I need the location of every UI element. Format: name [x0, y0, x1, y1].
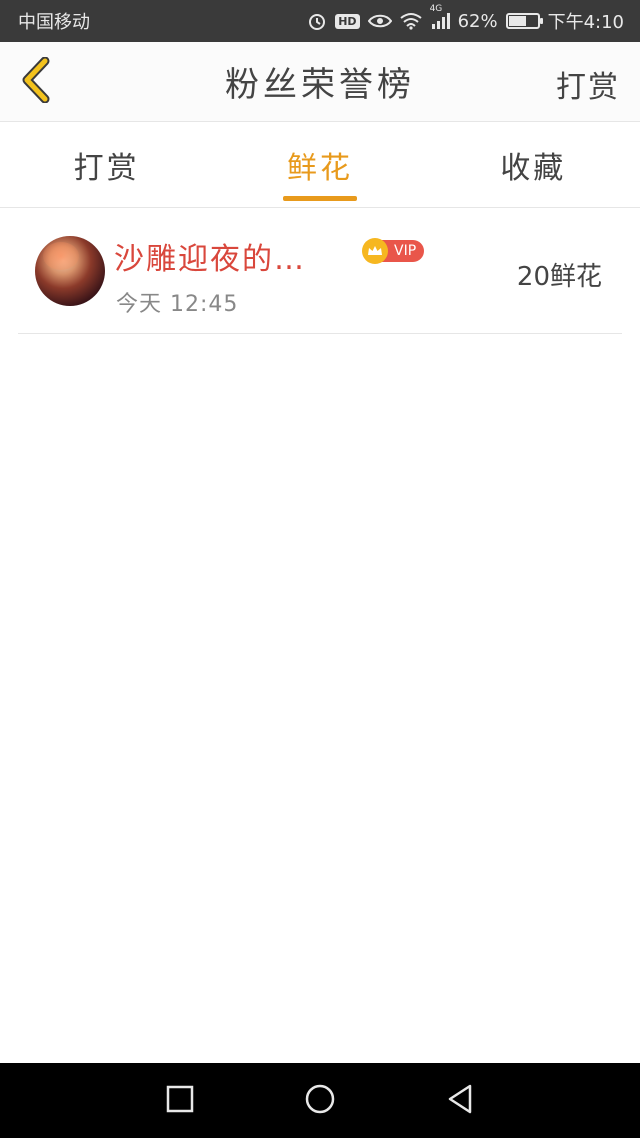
tab-favorites[interactable]: 收藏 — [427, 122, 640, 207]
circle-icon — [304, 1083, 336, 1119]
clock: 下午4:10 — [547, 12, 624, 33]
active-tab-indicator — [282, 196, 357, 201]
page-title: 粉丝荣誉榜 — [225, 65, 415, 105]
back-button[interactable] — [12, 56, 60, 108]
timestamp: 今天 12:45 — [116, 292, 239, 317]
nav-back-button[interactable] — [430, 1071, 490, 1131]
tab-bar: 打赏 鲜花 收藏 — [0, 122, 640, 208]
eye-icon — [367, 13, 392, 29]
signal-icon: 4G — [430, 4, 450, 30]
flower-count: 20鲜花 — [516, 262, 602, 292]
avatar[interactable] — [35, 236, 105, 306]
fan-list: 沙雕迎夜的… VIP 今天 12:45 20鲜花 — [0, 208, 640, 334]
reward-button[interactable]: 打赏 — [556, 62, 620, 106]
tab-label: 鲜花 — [286, 150, 353, 186]
vip-badge: VIP — [362, 238, 425, 264]
list-item[interactable]: 沙雕迎夜的… VIP 今天 12:45 20鲜花 — [18, 208, 622, 334]
alarm-icon — [307, 11, 327, 31]
system-nav-bar — [0, 1063, 640, 1138]
header: 粉丝荣誉榜 打赏 — [0, 42, 640, 122]
carrier-name: 中国移动 — [18, 12, 90, 33]
home-button[interactable] — [290, 1071, 350, 1131]
crown-icon — [362, 238, 388, 264]
triangle-back-icon — [446, 1084, 474, 1118]
battery-icon — [505, 13, 543, 29]
status-icons: HD 4G 62% 下午4:10 — [307, 4, 624, 34]
username: 沙雕迎夜的… — [114, 242, 306, 277]
wifi-icon — [399, 12, 422, 30]
status-bar: 中国移动 HD 4G 62% 下午4:10 — [0, 0, 640, 42]
tab-flowers[interactable]: 鲜花 — [213, 122, 426, 207]
battery-percent: 62% — [457, 10, 498, 32]
network-type: 4G — [429, 4, 443, 14]
tab-label: 打赏 — [73, 150, 140, 186]
tab-reward[interactable]: 打赏 — [0, 122, 213, 207]
hd-icon: HD — [335, 13, 360, 29]
square-icon — [166, 1085, 194, 1117]
tab-label: 收藏 — [500, 150, 567, 186]
chevron-left-icon — [19, 56, 53, 107]
recent-apps-button[interactable] — [150, 1071, 210, 1131]
vip-label: VIP — [382, 240, 425, 262]
